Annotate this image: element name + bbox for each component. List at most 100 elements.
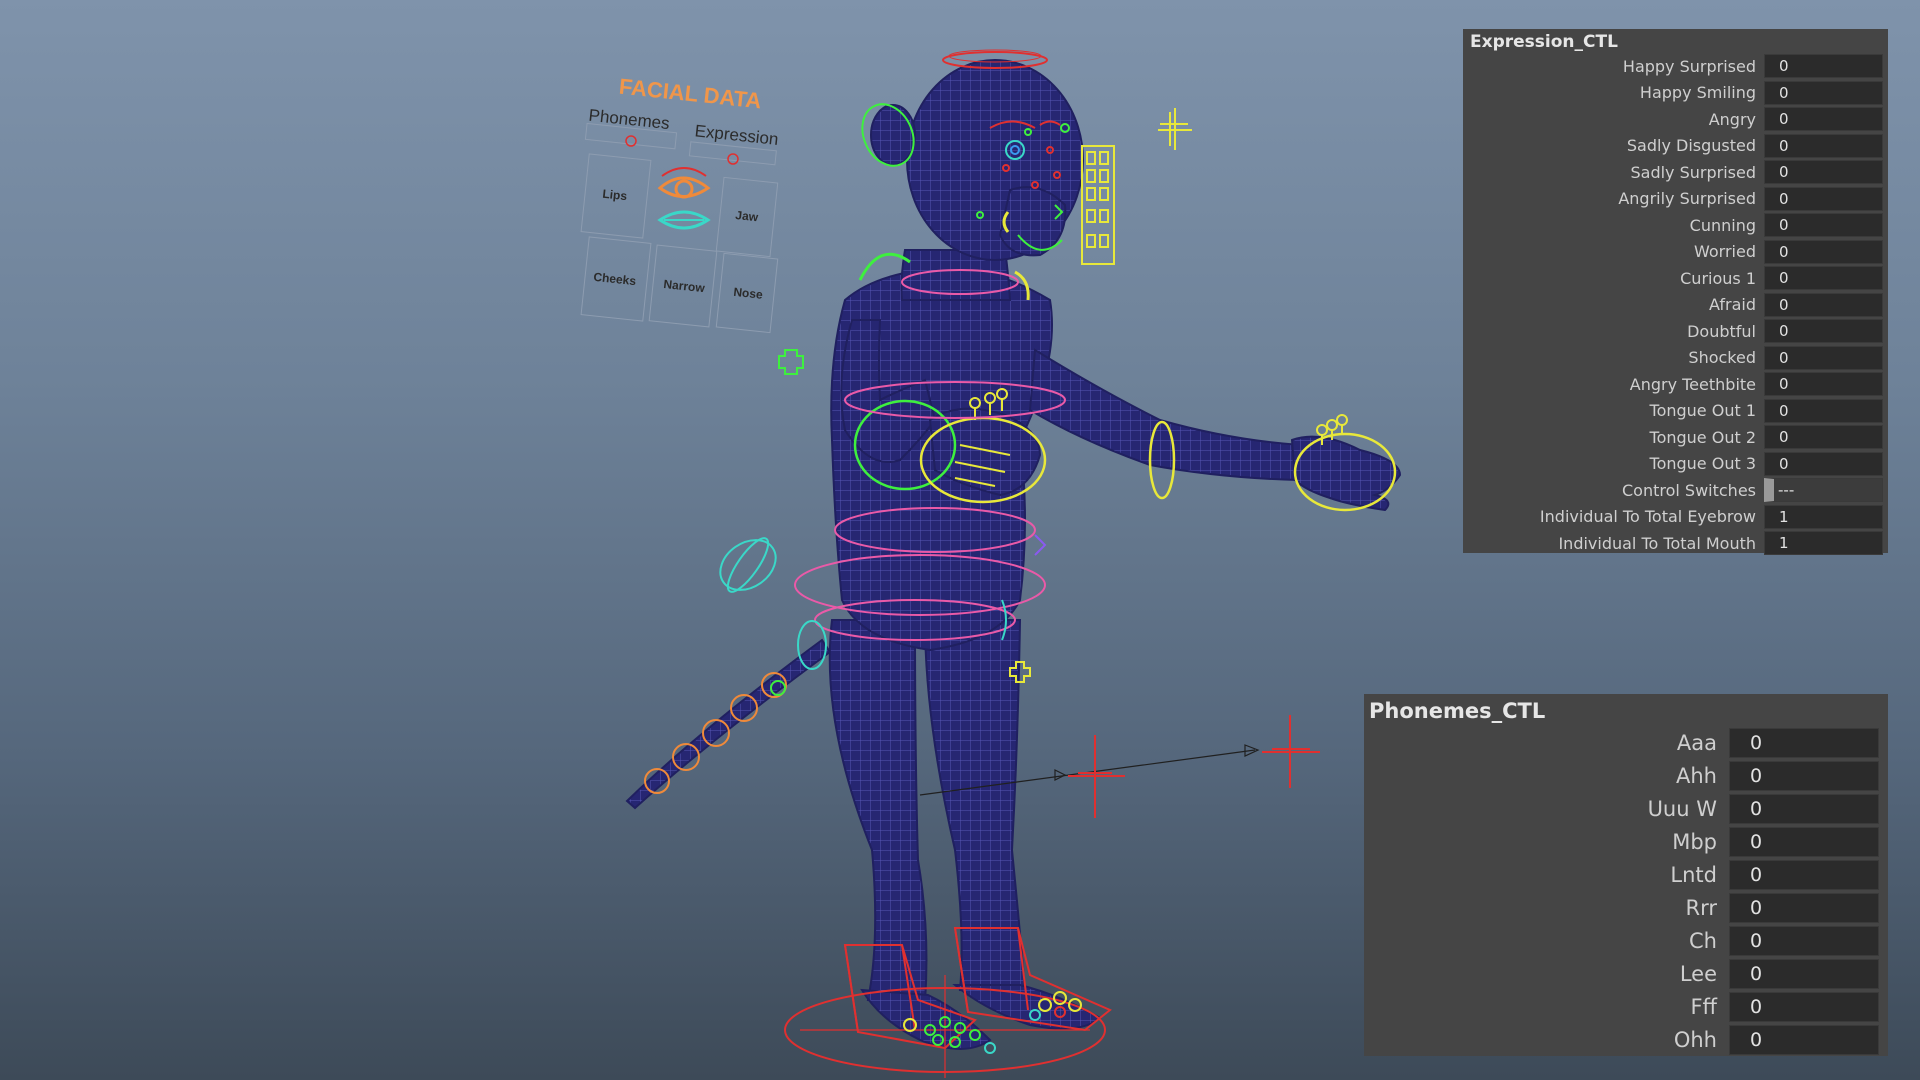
expression-attribute-label: Sadly Surprised	[1630, 162, 1756, 182]
expression-attribute-row[interactable]: Individual To Total Eyebrow 1	[1463, 504, 1888, 531]
phonemes-attribute-label: Lee	[1679, 961, 1717, 986]
phonemes-attribute-label: Rrr	[1685, 895, 1718, 920]
expression-attribute-value-field[interactable]: 0	[1764, 186, 1883, 211]
expression-attribute-label: Angry	[1708, 109, 1756, 129]
expression-attribute-label: Angrily Surprised	[1618, 189, 1756, 209]
eye-mouth-icon[interactable]	[657, 167, 711, 230]
expression-attribute-row[interactable]: Angry Teethbite 0	[1463, 371, 1888, 398]
phonemes-attribute-row[interactable]: Ohh 0	[1364, 1023, 1888, 1056]
expression-attribute-value-field[interactable]: 0	[1764, 54, 1883, 79]
phonemes-attribute-row[interactable]: Uuu W 0	[1364, 792, 1888, 825]
expression-attribute-row[interactable]: Worried 0	[1463, 239, 1888, 266]
phonemes-attribute-value-field[interactable]: 0	[1729, 925, 1879, 956]
board-cheeks-label: Cheeks	[593, 270, 637, 288]
phonemes-attribute-value-field[interactable]: 0	[1729, 1024, 1879, 1055]
expression-attribute-value-field[interactable]: 0	[1764, 425, 1883, 450]
expression-attribute-row[interactable]: Angry 0	[1463, 106, 1888, 133]
expression-attribute-label: Afraid	[1709, 295, 1756, 315]
expression-attribute-label: Shocked	[1688, 348, 1756, 368]
expression-attribute-value-field[interactable]: 1	[1764, 531, 1883, 556]
phonemes-attribute-row[interactable]: Ahh 0	[1364, 759, 1888, 792]
phonemes-attribute-row[interactable]: Fff 0	[1364, 990, 1888, 1023]
expression-attribute-value-field[interactable]: 0	[1764, 319, 1883, 344]
board-nose-label: Nose	[733, 285, 764, 302]
right-arm-mesh	[1028, 348, 1302, 482]
phonemes-attribute-label: Fff	[1690, 994, 1717, 1019]
phonemes-attribute-value-field[interactable]: 0	[1729, 958, 1879, 989]
expression-attribute-value-field[interactable]: 0	[1764, 160, 1883, 185]
eye-aim-control	[1158, 108, 1192, 150]
phonemes-attribute-label: Mbp	[1672, 829, 1717, 854]
phonemes-attribute-value-field[interactable]: 0	[1729, 793, 1879, 824]
phonemes-attribute-row[interactable]: Rrr 0	[1364, 891, 1888, 924]
expression-attribute-row[interactable]: Happy Surprised 0	[1463, 53, 1888, 80]
board-expression-label: Expression	[694, 121, 780, 149]
expression-attribute-value-field[interactable]: 0	[1764, 80, 1883, 105]
expression-attribute-label: Individual To Total Mouth	[1558, 533, 1756, 553]
expression-attribute-value-field[interactable]: ---	[1764, 478, 1883, 503]
phonemes-ctl-panel: Phonemes_CTL Aaa 0 Ahh 0 Uuu W 0 Mbp 0 Lntd 0 Rrr 0…	[1364, 694, 1888, 1056]
phonemes-attribute-row[interactable]: Lee 0	[1364, 957, 1888, 990]
expression-attribute-label: Control Switches	[1622, 480, 1756, 500]
phonemes-attribute-label: Ch	[1689, 928, 1717, 953]
expression-attribute-list: Happy Surprised 0 Happy Smiling 0 Angry 0 Sadl…	[1463, 53, 1888, 557]
phonemes-attribute-label: Aaa	[1676, 730, 1717, 755]
ear-mesh	[870, 104, 916, 166]
expression-attribute-label: Worried	[1694, 242, 1756, 262]
phonemes-attribute-label: Lntd	[1670, 862, 1717, 887]
expression-attribute-value-field[interactable]: 0	[1764, 345, 1883, 370]
expression-attribute-row[interactable]: Curious 1 0	[1463, 265, 1888, 292]
expression-attribute-label: Individual To Total Eyebrow	[1539, 507, 1756, 527]
board-title: FACIAL DATA	[618, 74, 763, 114]
phonemes-attribute-row[interactable]: Ch 0	[1364, 924, 1888, 957]
phonemes-attribute-value-field[interactable]: 0	[1729, 859, 1879, 890]
phonemes-attribute-list: Aaa 0 Ahh 0 Uuu W 0 Mbp 0 Lntd 0 Rrr 0 Ch 0 Lee 0 Fff 0 Oh…	[1364, 726, 1888, 1056]
expression-attribute-row[interactable]: Angrily Surprised 0	[1463, 186, 1888, 213]
expression-attribute-label: Sadly Disgusted	[1626, 136, 1756, 156]
expression-attribute-row[interactable]: Sadly Surprised 0	[1463, 159, 1888, 186]
expression-attribute-label: Tongue Out 1	[1649, 401, 1756, 421]
expression-attribute-row[interactable]: Shocked 0	[1463, 345, 1888, 372]
expression-attribute-value-field[interactable]: 0	[1764, 372, 1883, 397]
face-slider-panel	[1081, 145, 1115, 265]
phonemes-attribute-value-field[interactable]: 0	[1729, 727, 1879, 758]
expression-attribute-value-field[interactable]: 0	[1764, 451, 1883, 476]
phonemes-attribute-value-field[interactable]: 0	[1729, 991, 1879, 1022]
expression-attribute-label: Happy Smiling	[1639, 83, 1756, 103]
expression-attribute-value-field[interactable]: 0	[1764, 213, 1883, 238]
expression-attribute-value-field[interactable]: 0	[1764, 133, 1883, 158]
expression-attribute-row[interactable]: Afraid 0	[1463, 292, 1888, 319]
expression-attribute-row[interactable]: Cunning 0	[1463, 212, 1888, 239]
phonemes-attribute-row[interactable]: Lntd 0	[1364, 858, 1888, 891]
phonemes-attribute-value-field[interactable]: 0	[1729, 892, 1879, 923]
phonemes-attribute-row[interactable]: Mbp 0	[1364, 825, 1888, 858]
expression-attribute-row[interactable]: Tongue Out 1 0	[1463, 398, 1888, 425]
phonemes-attribute-label: Ohh	[1673, 1027, 1717, 1052]
expression-attribute-value-field[interactable]: 0	[1764, 292, 1883, 317]
expression-attribute-label: Curious 1	[1680, 268, 1756, 288]
expression-attribute-label: Cunning	[1689, 215, 1756, 235]
expression-attribute-row[interactable]: Tongue Out 3 0	[1463, 451, 1888, 478]
facial-data-board: FACIAL DATA Phonemes Expression Lips Jaw…	[580, 74, 780, 334]
expression-ctl-title: Expression_CTL	[1470, 32, 1618, 52]
phonemes-attribute-value-field[interactable]: 0	[1729, 826, 1879, 857]
expression-attribute-row[interactable]: Sadly Disgusted 0	[1463, 133, 1888, 160]
expression-attribute-row[interactable]: Doubtful 0	[1463, 318, 1888, 345]
expression-attribute-value-field[interactable]: 0	[1764, 239, 1883, 264]
phonemes-attribute-row[interactable]: Aaa 0	[1364, 726, 1888, 759]
expression-attribute-value-field[interactable]: 0	[1764, 266, 1883, 291]
expression-attribute-value-field[interactable]: 0	[1764, 107, 1883, 132]
expression-attribute-row[interactable]: Individual To Total Mouth 1	[1463, 530, 1888, 557]
expression-attribute-row[interactable]: Happy Smiling 0	[1463, 80, 1888, 107]
expression-attribute-row[interactable]: Tongue Out 2 0	[1463, 424, 1888, 451]
expression-attribute-value-field[interactable]: 1	[1764, 504, 1883, 529]
phonemes-attribute-label: Uuu W	[1647, 796, 1717, 821]
pole-vector-control	[719, 537, 777, 593]
expression-attribute-label: Tongue Out 3	[1649, 454, 1756, 474]
chest-fk-control	[778, 349, 804, 375]
board-phonemes-label: Phonemes	[588, 106, 671, 133]
expression-attribute-value-field[interactable]: 0	[1764, 398, 1883, 423]
phonemes-attribute-value-field[interactable]: 0	[1729, 760, 1879, 791]
expression-attribute-row[interactable]: Control Switches ---	[1463, 477, 1888, 504]
expression-ctl-panel: Expression_CTL Happy Surprised 0 Happy Smi…	[1463, 29, 1888, 556]
